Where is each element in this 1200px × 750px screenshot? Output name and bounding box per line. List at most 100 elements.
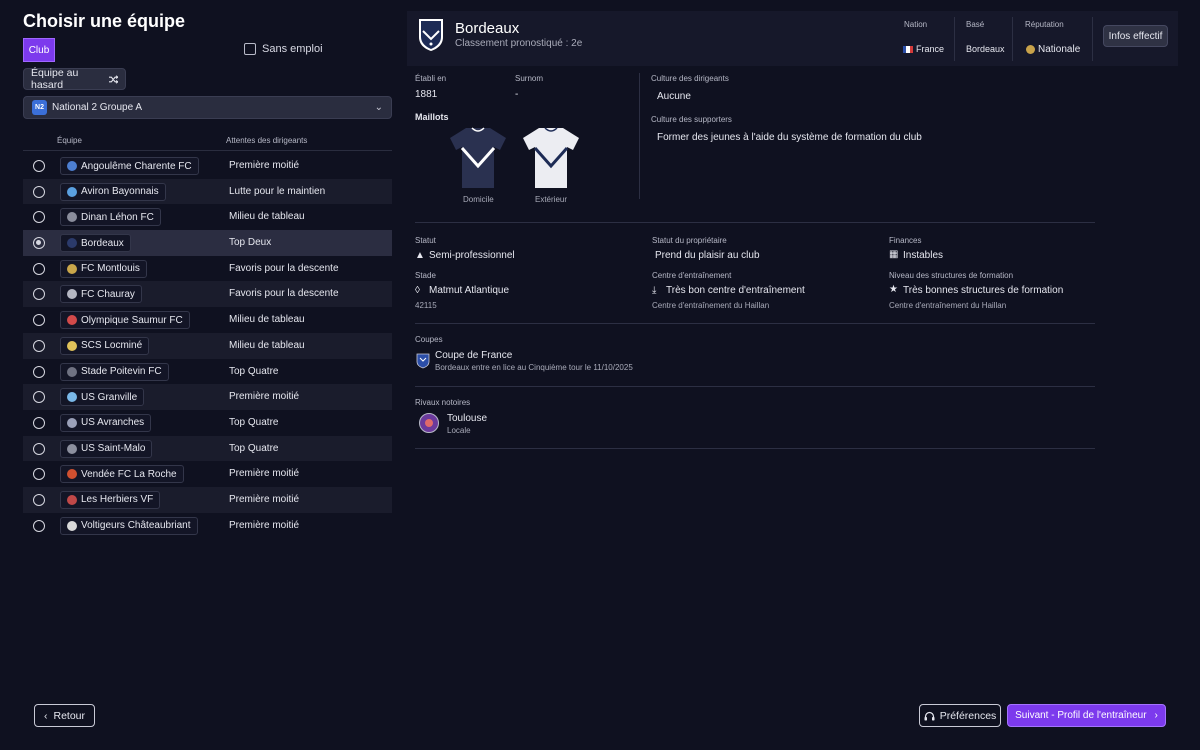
team-radio[interactable] [33, 185, 45, 198]
team-chip[interactable]: FC Montlouis [60, 259, 147, 278]
team-row[interactable]: Bordeaux Top Deux [23, 230, 392, 256]
team-chip[interactable]: SCS Locminé [60, 336, 150, 355]
team-chip[interactable]: Aviron Bayonnais [60, 182, 166, 201]
squad-info-button[interactable]: Infos effectif [1103, 25, 1168, 47]
random-team-button[interactable]: Équipe au hasard [23, 67, 126, 91]
rival-name[interactable]: Toulouse [447, 413, 487, 424]
board-culture-label: Culture des dirigeants [651, 74, 729, 83]
team-chip[interactable]: US Avranches [60, 413, 152, 432]
team-chip[interactable]: Dinan Léhon FC [60, 208, 161, 227]
team-expectation: Favoris pour la descente [229, 288, 339, 300]
team-row[interactable]: FC Chauray Favoris pour la descente [23, 281, 392, 308]
stadium-icon: ◊ [415, 285, 420, 296]
nickname-label: Surnom [515, 74, 544, 83]
youth-label: Niveau des structures de formation [889, 271, 1014, 280]
nation-value: France [916, 44, 945, 54]
team-radio[interactable] [33, 365, 45, 378]
stadium-label: Stade [415, 271, 436, 280]
team-row[interactable]: US Saint-Malo Top Quatre [23, 435, 392, 462]
nation-value-wrap: France [903, 44, 944, 54]
reputation-value: Nationale [1038, 44, 1081, 55]
unemployed-toggle[interactable]: Sans emploi [244, 43, 323, 55]
team-row[interactable]: Vendée FC La Roche Première moitié [23, 461, 392, 487]
team-row[interactable]: FC Montlouis Favoris pour la descente [23, 256, 392, 282]
team-chip[interactable]: Angoulême Charente FC [60, 157, 199, 175]
team-row[interactable]: Olympique Saumur FC Milieu de tableau [23, 307, 392, 333]
home-kit-label: Domicile [463, 195, 494, 204]
team-row[interactable]: US Avranches Top Quatre [23, 410, 392, 436]
team-crest-icon [67, 289, 77, 300]
team-name: Stade Poitevin FC [81, 366, 162, 377]
training-sub: Centre d'entraînement du Haillan [652, 301, 770, 310]
team-row[interactable]: SCS Locminé Milieu de tableau [23, 332, 392, 359]
team-expectation: Favoris pour la descente [229, 262, 339, 274]
preferences-button[interactable]: Préférences [919, 704, 1001, 727]
unemployed-checkbox[interactable] [244, 43, 256, 55]
next-button[interactable]: Suivant - Profil de l'entraîneur › [1007, 704, 1166, 727]
chevron-down-icon: ⌄ [374, 102, 383, 113]
team-chip[interactable]: Vendée FC La Roche [60, 465, 184, 484]
team-row[interactable]: Angoulême Charente FC Première moitié [23, 153, 392, 179]
team-crest-icon [67, 443, 77, 454]
team-chip[interactable]: Voltigeurs Châteaubriant [60, 516, 198, 535]
team-radio[interactable] [33, 493, 45, 506]
team-expectation: Première moitié [229, 391, 300, 403]
team-row[interactable]: Stade Poitevin FC Top Quatre [23, 359, 392, 385]
team-radio[interactable] [33, 339, 45, 352]
team-radio[interactable] [33, 288, 45, 301]
column-header-expectations: Attentes des dirigeants [226, 136, 308, 145]
team-row[interactable]: Aviron Bayonnais Lutte pour le maintien [23, 178, 392, 205]
reputation-icon [1026, 45, 1035, 54]
team-radio[interactable] [33, 262, 45, 275]
away-kit-label: Extérieur [535, 195, 568, 204]
team-row[interactable]: US Granville Première moitié [23, 384, 392, 410]
team-expectation: Première moitié [229, 160, 300, 171]
team-row[interactable]: Les Herbiers VF Première moitié [23, 486, 392, 513]
team-expectation: Top Quatre [229, 442, 279, 454]
team-chip[interactable]: Les Herbiers VF [60, 490, 161, 509]
tab-club[interactable]: Club [23, 38, 55, 62]
team-chip[interactable]: Bordeaux [60, 234, 131, 253]
team-name: Angoulême Charente FC [81, 160, 192, 172]
club-forecast: Classement pronostiqué : 2e [455, 38, 583, 49]
team-radio[interactable] [33, 314, 45, 327]
team-radio[interactable] [33, 237, 45, 250]
stadium-value: Matmut Atlantique [429, 285, 510, 296]
based-info: Basé Bordeaux [954, 17, 1005, 61]
league-select[interactable]: N2 National 2 Groupe A ⌄ [23, 96, 392, 119]
team-chip[interactable]: US Granville [60, 388, 145, 407]
team-chip[interactable]: Olympique Saumur FC [60, 311, 190, 330]
kits-label: Maillots [415, 112, 449, 122]
team-radio[interactable] [33, 468, 45, 481]
team-radio[interactable] [33, 160, 45, 172]
finances-label: Finances [889, 236, 922, 245]
bordeaux-crest-icon [419, 19, 443, 51]
team-radio[interactable] [33, 391, 45, 404]
stadium-capacity: 42115 [415, 301, 437, 310]
team-radio[interactable] [33, 211, 45, 224]
team-radio[interactable] [33, 442, 45, 455]
team-chip[interactable]: FC Chauray [60, 285, 142, 304]
team-table-header: Équipe Attentes des dirigeants [23, 135, 392, 151]
status-label: Statut [415, 236, 436, 245]
team-radio[interactable] [33, 519, 45, 532]
team-name: SCS Locminé [81, 340, 143, 352]
team-row[interactable]: Voltigeurs Châteaubriant Première moitié [23, 513, 392, 539]
back-button[interactable]: ‹ Retour [34, 704, 95, 727]
team-row[interactable]: Dinan Léhon FC Milieu de tableau [23, 204, 392, 230]
chevron-left-icon: ‹ [43, 709, 48, 722]
team-chip[interactable]: Stade Poitevin FC [60, 362, 169, 381]
based-label: Basé [966, 20, 985, 29]
team-expectation: Top Deux [229, 237, 272, 249]
team-radio[interactable] [33, 416, 45, 429]
supporters-culture-label: Culture des supporters [651, 115, 732, 124]
cups-label: Coupes [415, 335, 443, 344]
team-crest-icon [67, 212, 77, 223]
divider-1 [415, 222, 1095, 223]
team-crest-icon [67, 520, 77, 531]
reputation-info: Réputation Nationale [1012, 17, 1080, 61]
nation-label: Nation [904, 20, 928, 29]
team-chip[interactable]: US Saint-Malo [60, 439, 153, 458]
club-name: Bordeaux [455, 20, 520, 37]
france-flag-icon [903, 45, 913, 53]
